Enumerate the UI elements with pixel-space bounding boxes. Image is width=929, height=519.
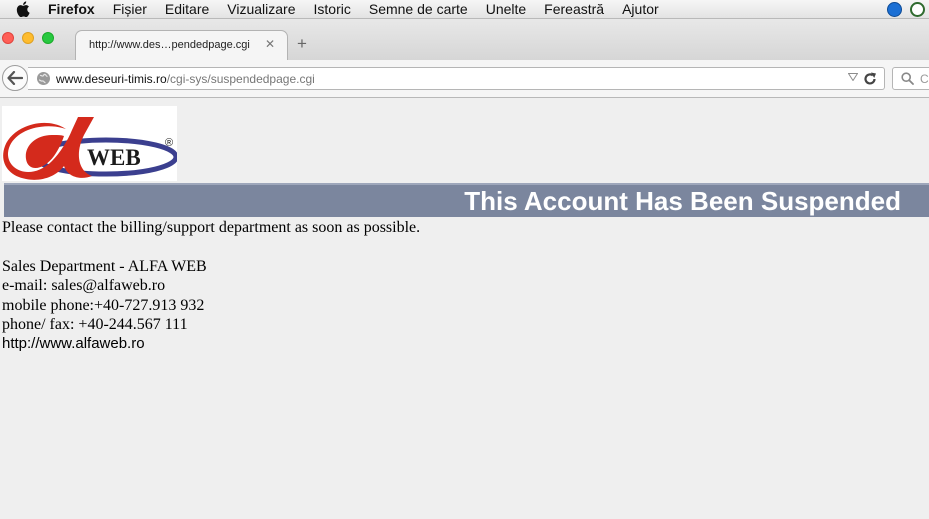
phone-fax-line: phone/ fax: +40-244.567 111 [2, 315, 188, 333]
menu-help[interactable]: Ajutor [613, 0, 668, 18]
mobile-phone-line: mobile phone:+40-727.913 932 [2, 296, 205, 314]
contact-message: Please contact the billing/support depar… [2, 219, 421, 236]
search-box[interactable]: C [892, 67, 929, 90]
browser-tab[interactable]: http://www.des…pendedpage.cgi ✕ [75, 30, 288, 60]
url-path: /cgi-sys/suspendedpage.cgi [166, 72, 315, 86]
back-button[interactable] [2, 65, 28, 91]
url-host: www.deseuri-timis.ro [56, 72, 167, 86]
reload-icon[interactable] [863, 72, 877, 86]
email-line: e-mail: sales@alfaweb.ro [2, 277, 166, 295]
new-tab-button[interactable]: + [297, 34, 307, 54]
apple-icon[interactable] [12, 1, 34, 17]
back-arrow-icon [7, 71, 23, 85]
menu-tools[interactable]: Unelte [477, 0, 535, 18]
menu-window[interactable]: Fereastră [535, 0, 613, 18]
search-icon [901, 72, 914, 85]
minimize-window-button[interactable] [22, 32, 34, 44]
banner-title: This Account Has Been Suspended [464, 186, 901, 216]
navigation-bar: www.deseuri-timis.ro/cgi-sys/suspendedpa… [0, 60, 929, 98]
status-tray [887, 0, 925, 18]
tab-strip: http://www.des…pendedpage.cgi ✕ + [0, 19, 929, 60]
teamviewer-icon[interactable] [887, 1, 902, 17]
menu-edit[interactable]: Editare [156, 0, 218, 18]
sync-icon[interactable] [910, 1, 925, 17]
url-text: www.deseuri-timis.ro/cgi-sys/suspendedpa… [56, 72, 315, 86]
close-window-button[interactable] [2, 32, 14, 44]
window-controls [2, 32, 54, 44]
tab-title: http://www.des…pendedpage.cgi [89, 39, 250, 51]
menu-bar: Firefox Fișier Editare Vizualizare Istor… [0, 0, 929, 19]
menu-view[interactable]: Vizualizare [218, 0, 304, 18]
sales-department-line: Sales Department - ALFA WEB [2, 258, 207, 275]
contact-block: Sales Department - ALFA WEB e-mail: sale… [2, 257, 207, 334]
menu-file[interactable]: Fișier [104, 0, 156, 18]
alfaweb-logo[interactable]: WEB ® [2, 106, 179, 181]
logo-web-text: WEB [87, 145, 141, 170]
alpha-logo-icon: WEB ® [3, 117, 179, 180]
url-dropdown-icon[interactable] [848, 73, 858, 81]
menu-app-firefox[interactable]: Firefox [34, 0, 104, 18]
globe-icon [37, 72, 50, 85]
url-bar[interactable]: www.deseuri-timis.ro/cgi-sys/suspendedpa… [28, 67, 885, 90]
menu-history[interactable]: Istoric [305, 0, 360, 18]
zoom-window-button[interactable] [42, 32, 54, 44]
page-content: WEB ® This Account Has Been Suspended Pl… [0, 98, 929, 519]
search-placeholder: C [920, 72, 929, 86]
menu-bookmarks[interactable]: Semne de carte [360, 0, 477, 18]
tab-close-icon[interactable]: ✕ [265, 37, 275, 51]
website-link[interactable]: http://www.alfaweb.ro [2, 335, 145, 352]
logo-registered-mark: ® [165, 137, 173, 149]
suspended-banner: This Account Has Been Suspended [4, 183, 929, 217]
